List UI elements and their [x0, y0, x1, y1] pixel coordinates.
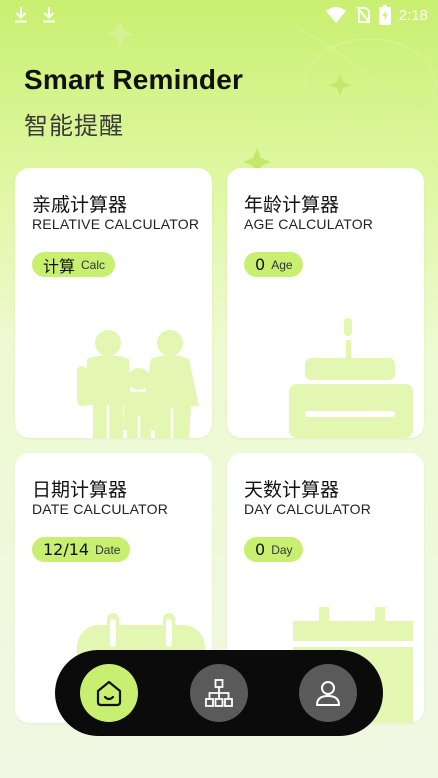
app-subtitle: 智能提醒 — [24, 112, 124, 140]
org-chart-icon — [205, 679, 233, 707]
home-icon — [96, 680, 122, 707]
card-value-pill: 12/14 Date — [32, 537, 131, 562]
pill-unit: Calc — [81, 257, 106, 272]
battery-charging-icon — [378, 5, 391, 25]
download-icon — [43, 7, 55, 23]
status-bar: 2:18 — [0, 0, 438, 32]
card-subtitle: RELATIVE CALCULATOR — [32, 216, 200, 232]
card-title: 天数计算器 — [244, 479, 340, 501]
pill-unit: Age — [271, 257, 293, 272]
wifi-icon — [325, 7, 346, 23]
card-value-pill: 0 Age — [244, 252, 303, 277]
card-title: 亲戚计算器 — [32, 194, 128, 216]
card-value-pill: 0 Day — [244, 537, 303, 562]
no-sim-icon — [356, 6, 371, 24]
pill-value: 0 — [255, 540, 266, 559]
card-title: 日期计算器 — [32, 479, 128, 501]
relative-calculator-card[interactable]: 亲戚计算器 RELATIVE CALCULATOR 计算 Calc — [15, 168, 212, 438]
card-subtitle: DATE CALCULATOR — [32, 501, 169, 517]
user-icon — [316, 681, 340, 706]
pill-unit: Date — [95, 542, 121, 557]
card-value-pill: 计算 Calc — [32, 252, 116, 277]
card-title: 年龄计算器 — [244, 194, 340, 216]
nav-profile-button[interactable] — [299, 664, 357, 722]
nav-relations-button[interactable] — [190, 664, 248, 722]
pill-value: 12/14 — [43, 540, 90, 559]
app-title: Smart Reminder — [24, 64, 244, 95]
download-icon — [15, 7, 27, 23]
age-calculator-card[interactable]: 年龄计算器 AGE CALCULATOR 0 Age — [227, 168, 424, 438]
bottom-nav — [55, 650, 383, 736]
pill-unit: Day — [271, 542, 293, 557]
pill-value: 0 — [255, 255, 266, 274]
status-time: 2:18 — [398, 6, 428, 24]
nav-home-button[interactable] — [80, 664, 138, 722]
pill-value: 计算 — [43, 256, 76, 276]
card-subtitle: AGE CALCULATOR — [244, 216, 374, 232]
card-subtitle: DAY CALCULATOR — [244, 501, 372, 517]
